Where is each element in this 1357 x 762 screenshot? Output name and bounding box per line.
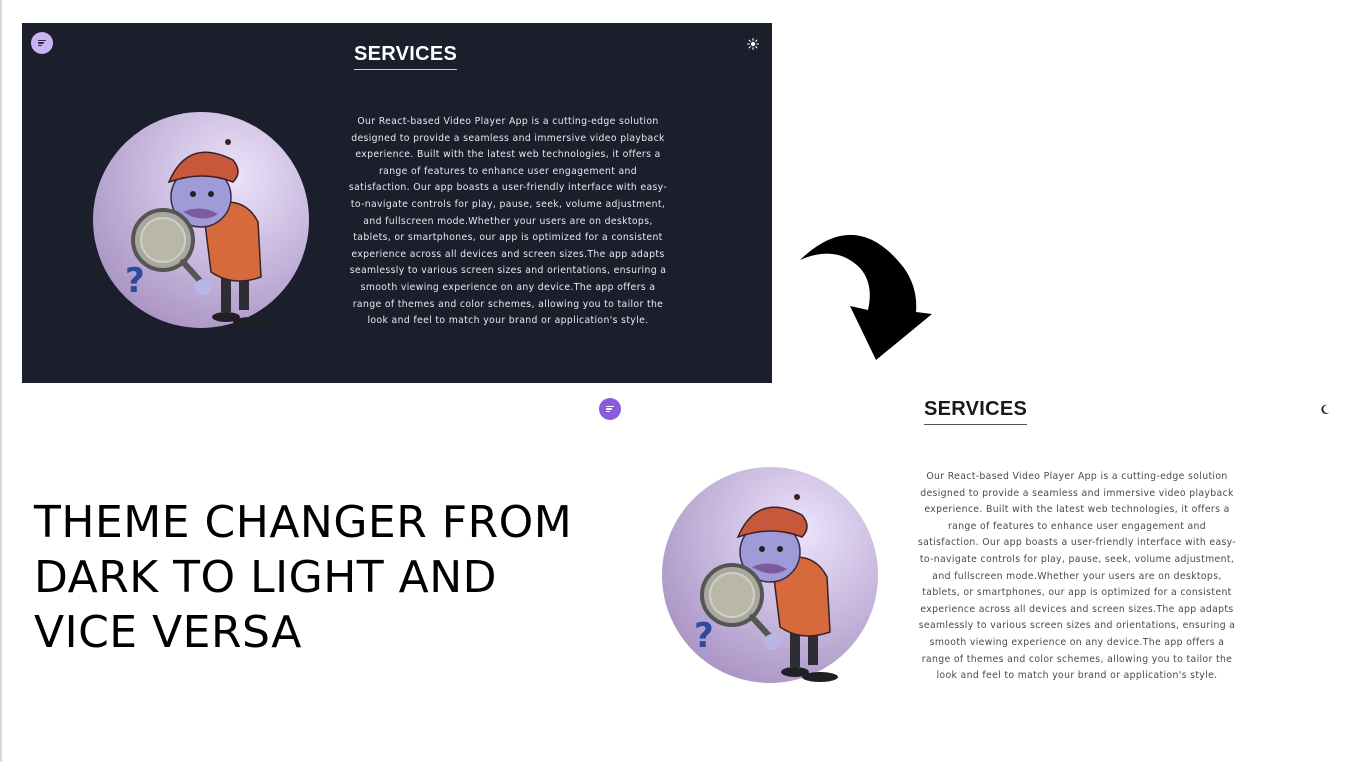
sun-icon[interactable] [746,37,760,51]
page-title: SERVICES [924,398,1028,425]
svg-text:?: ? [694,616,714,656]
slide-caption: THEME CHANGER FROM DARK TO LIGHT AND VIC… [34,497,573,658]
light-theme-screenshot: SERVICES ? Our React-based Video Player … [594,390,1344,730]
svg-text:?: ? [125,261,145,301]
detective-illustration: ? [662,467,878,683]
detective-illustration: ? [93,112,309,328]
slide-edge [0,0,2,762]
dark-theme-screenshot: SERVICES ? Our React-based Video Player … [22,23,772,383]
curved-arrow-icon [800,234,932,360]
menu-icon[interactable] [31,32,53,54]
services-description: Our React-based Video Player App is a cu… [917,471,1237,682]
services-description: Our React-based Video Player App is a cu… [348,116,668,327]
page-title: SERVICES [354,43,458,70]
moon-icon[interactable] [1318,402,1332,416]
menu-icon[interactable] [599,398,621,420]
